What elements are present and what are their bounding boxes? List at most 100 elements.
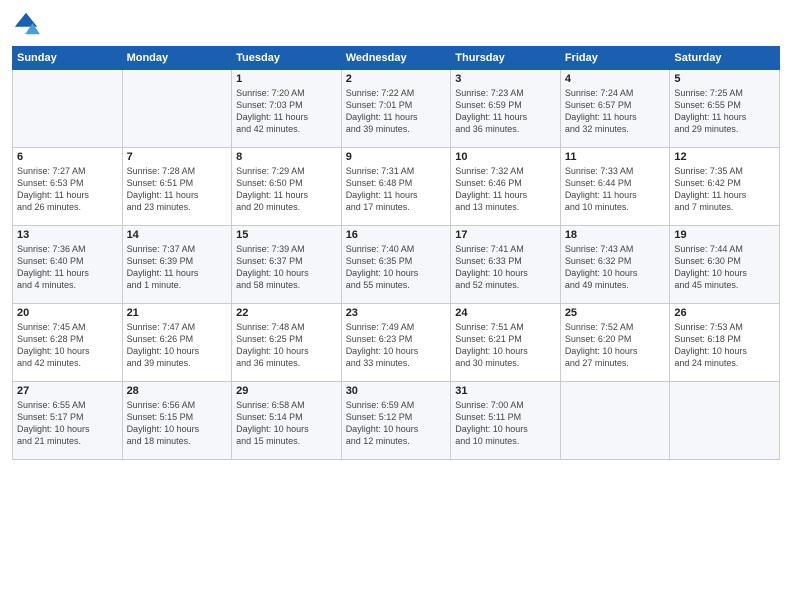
day-number: 10 — [455, 151, 556, 163]
day-number: 22 — [236, 307, 337, 319]
calendar-week-row: 20 Sunrise: 7:45 AM Sunset: 6:28 PM Dayli… — [13, 304, 780, 382]
calendar-body: 1 Sunrise: 7:20 AM Sunset: 7:03 PM Daylig… — [13, 70, 780, 460]
day-number: 6 — [17, 151, 118, 163]
day-number: 23 — [346, 307, 447, 319]
calendar-cell: 16 Sunrise: 7:40 AM Sunset: 6:35 PM Dayli… — [341, 226, 451, 304]
day-number: 14 — [127, 229, 228, 241]
day-number: 30 — [346, 385, 447, 397]
day-content: Sunrise: 7:31 AM Sunset: 6:48 PM Dayligh… — [346, 165, 447, 214]
day-number: 4 — [565, 73, 666, 85]
day-number: 16 — [346, 229, 447, 241]
day-content: Sunrise: 7:32 AM Sunset: 6:46 PM Dayligh… — [455, 165, 556, 214]
calendar-cell: 28 Sunrise: 6:56 AM Sunset: 5:15 PM Dayli… — [122, 382, 232, 460]
calendar-cell — [670, 382, 780, 460]
calendar-cell: 7 Sunrise: 7:28 AM Sunset: 6:51 PM Daylig… — [122, 148, 232, 226]
calendar-cell: 4 Sunrise: 7:24 AM Sunset: 6:57 PM Daylig… — [560, 70, 670, 148]
calendar-cell: 9 Sunrise: 7:31 AM Sunset: 6:48 PM Daylig… — [341, 148, 451, 226]
calendar-cell: 17Sunrise: 7:41 AM Sunset: 6:33 PM Dayli… — [451, 226, 561, 304]
calendar-cell: 27Sunrise: 6:55 AM Sunset: 5:17 PM Dayli… — [13, 382, 123, 460]
calendar-cell: 14 Sunrise: 7:37 AM Sunset: 6:39 PM Dayli… — [122, 226, 232, 304]
calendar-cell: 23 Sunrise: 7:49 AM Sunset: 6:23 PM Dayli… — [341, 304, 451, 382]
logo — [12, 10, 44, 38]
header — [12, 10, 780, 38]
day-number: 29 — [236, 385, 337, 397]
calendar-cell — [13, 70, 123, 148]
day-content: Sunrise: 7:47 AM Sunset: 6:26 PM Dayligh… — [127, 321, 228, 370]
day-content: Sunrise: 6:59 AM Sunset: 5:12 PM Dayligh… — [346, 399, 447, 448]
calendar-cell: 25Sunrise: 7:52 AM Sunset: 6:20 PM Dayli… — [560, 304, 670, 382]
calendar-cell: 24 Sunrise: 7:51 AM Sunset: 6:21 PM Dayli… — [451, 304, 561, 382]
calendar-cell: 21 Sunrise: 7:47 AM Sunset: 6:26 PM Dayli… — [122, 304, 232, 382]
calendar-cell: 3 Sunrise: 7:23 AM Sunset: 6:59 PM Daylig… — [451, 70, 561, 148]
calendar-cell: 8 Sunrise: 7:29 AM Sunset: 6:50 PM Daylig… — [232, 148, 342, 226]
calendar-cell: 22 Sunrise: 7:48 AM Sunset: 6:25 PM Dayli… — [232, 304, 342, 382]
day-number: 20 — [17, 307, 118, 319]
day-number: 31 — [455, 385, 556, 397]
calendar-cell: 10 Sunrise: 7:32 AM Sunset: 6:46 PM Dayli… — [451, 148, 561, 226]
day-content: Sunrise: 7:28 AM Sunset: 6:51 PM Dayligh… — [127, 165, 228, 214]
day-content: Sunrise: 7:23 AM Sunset: 6:59 PM Dayligh… — [455, 87, 556, 136]
day-number: 11 — [565, 151, 666, 163]
calendar-cell: 1 Sunrise: 7:20 AM Sunset: 7:03 PM Daylig… — [232, 70, 342, 148]
weekday-header-cell: Friday — [560, 47, 670, 70]
day-content: Sunrise: 7:33 AM Sunset: 6:44 PM Dayligh… — [565, 165, 666, 214]
day-content: Sunrise: 7:53 AM Sunset: 6:18 PM Dayligh… — [674, 321, 775, 370]
day-content: Sunrise: 7:29 AM Sunset: 6:50 PM Dayligh… — [236, 165, 337, 214]
day-number: 1 — [236, 73, 337, 85]
weekday-header-cell: Tuesday — [232, 47, 342, 70]
day-content: Sunrise: 7:25 AM Sunset: 6:55 PM Dayligh… — [674, 87, 775, 136]
day-number: 8 — [236, 151, 337, 163]
day-number: 19 — [674, 229, 775, 241]
day-content: Sunrise: 7:40 AM Sunset: 6:35 PM Dayligh… — [346, 243, 447, 292]
day-content: Sunrise: 7:20 AM Sunset: 7:03 PM Dayligh… — [236, 87, 337, 136]
day-content: Sunrise: 7:43 AM Sunset: 6:32 PM Dayligh… — [565, 243, 666, 292]
weekday-header-cell: Sunday — [13, 47, 123, 70]
page-container: SundayMondayTuesdayWednesdayThursdayFrid… — [0, 0, 792, 468]
day-content: Sunrise: 7:24 AM Sunset: 6:57 PM Dayligh… — [565, 87, 666, 136]
day-content: Sunrise: 6:56 AM Sunset: 5:15 PM Dayligh… — [127, 399, 228, 448]
day-number: 9 — [346, 151, 447, 163]
day-number: 28 — [127, 385, 228, 397]
logo-icon — [12, 10, 40, 38]
day-content: Sunrise: 7:48 AM Sunset: 6:25 PM Dayligh… — [236, 321, 337, 370]
day-content: Sunrise: 7:49 AM Sunset: 6:23 PM Dayligh… — [346, 321, 447, 370]
calendar-week-row: 27Sunrise: 6:55 AM Sunset: 5:17 PM Dayli… — [13, 382, 780, 460]
day-content: Sunrise: 7:41 AM Sunset: 6:33 PM Dayligh… — [455, 243, 556, 292]
day-number: 3 — [455, 73, 556, 85]
day-content: Sunrise: 7:27 AM Sunset: 6:53 PM Dayligh… — [17, 165, 118, 214]
calendar-cell: 12Sunrise: 7:35 AM Sunset: 6:42 PM Dayli… — [670, 148, 780, 226]
calendar-cell: 11 Sunrise: 7:33 AM Sunset: 6:44 PM Dayli… — [560, 148, 670, 226]
weekday-header-cell: Saturday — [670, 47, 780, 70]
day-number: 27 — [17, 385, 118, 397]
weekday-header-cell: Monday — [122, 47, 232, 70]
day-content: Sunrise: 7:00 AM Sunset: 5:11 PM Dayligh… — [455, 399, 556, 448]
calendar-cell: 20 Sunrise: 7:45 AM Sunset: 6:28 PM Dayli… — [13, 304, 123, 382]
calendar-cell — [122, 70, 232, 148]
day-number: 26 — [674, 307, 775, 319]
day-content: Sunrise: 7:45 AM Sunset: 6:28 PM Dayligh… — [17, 321, 118, 370]
day-number: 12 — [674, 151, 775, 163]
day-content: Sunrise: 7:44 AM Sunset: 6:30 PM Dayligh… — [674, 243, 775, 292]
calendar-cell: 13 Sunrise: 7:36 AM Sunset: 6:40 PM Dayli… — [13, 226, 123, 304]
day-number: 13 — [17, 229, 118, 241]
calendar-cell: 29Sunrise: 6:58 AM Sunset: 5:14 PM Dayli… — [232, 382, 342, 460]
day-content: Sunrise: 7:51 AM Sunset: 6:21 PM Dayligh… — [455, 321, 556, 370]
day-number: 15 — [236, 229, 337, 241]
calendar-table: SundayMondayTuesdayWednesdayThursdayFrid… — [12, 46, 780, 460]
day-content: Sunrise: 7:39 AM Sunset: 6:37 PM Dayligh… — [236, 243, 337, 292]
calendar-cell — [560, 382, 670, 460]
day-content: Sunrise: 7:52 AM Sunset: 6:20 PM Dayligh… — [565, 321, 666, 370]
day-number: 7 — [127, 151, 228, 163]
calendar-cell: 31 Sunrise: 7:00 AM Sunset: 5:11 PM Dayli… — [451, 382, 561, 460]
day-content: Sunrise: 7:37 AM Sunset: 6:39 PM Dayligh… — [127, 243, 228, 292]
weekday-header-row: SundayMondayTuesdayWednesdayThursdayFrid… — [13, 47, 780, 70]
calendar-week-row: 13 Sunrise: 7:36 AM Sunset: 6:40 PM Dayli… — [13, 226, 780, 304]
calendar-cell: 6 Sunrise: 7:27 AM Sunset: 6:53 PM Daylig… — [13, 148, 123, 226]
calendar-cell: 2Sunrise: 7:22 AM Sunset: 7:01 PM Daylig… — [341, 70, 451, 148]
day-number: 18 — [565, 229, 666, 241]
day-content: Sunrise: 7:36 AM Sunset: 6:40 PM Dayligh… — [17, 243, 118, 292]
calendar-cell: 30 Sunrise: 6:59 AM Sunset: 5:12 PM Dayli… — [341, 382, 451, 460]
calendar-cell: 5Sunrise: 7:25 AM Sunset: 6:55 PM Daylig… — [670, 70, 780, 148]
day-number: 21 — [127, 307, 228, 319]
day-number: 24 — [455, 307, 556, 319]
